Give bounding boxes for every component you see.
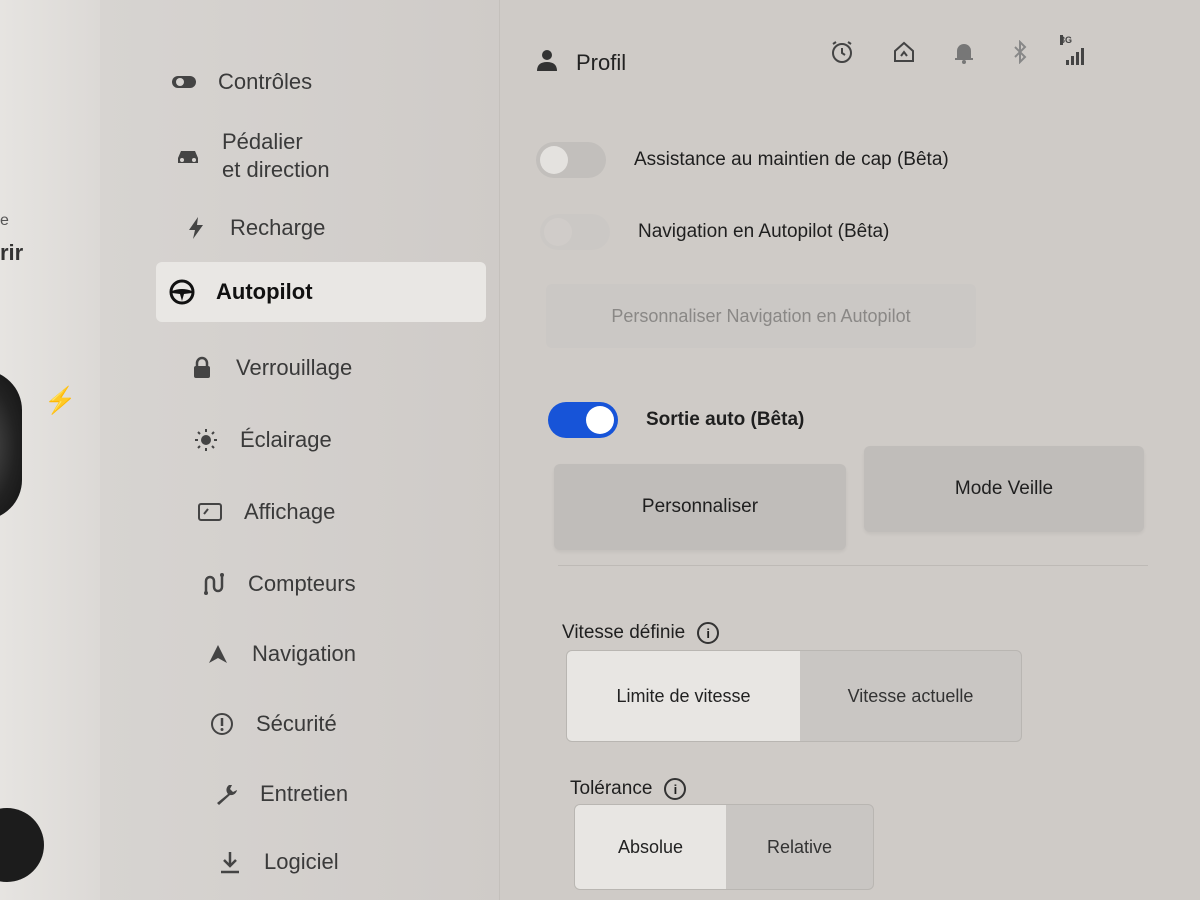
car-icon <box>174 146 202 166</box>
settings-sidebar: Contrôles Pédalier et direction Recharge… <box>100 0 500 900</box>
round-button[interactable] <box>0 808 44 882</box>
sidebar-item-label: Logiciel <box>264 849 339 874</box>
customize-button[interactable]: Personnaliser <box>554 464 846 550</box>
sidebar-item-label: Affichage <box>244 499 336 524</box>
sidebar-item-verrouillage[interactable]: Verrouillage <box>176 340 352 396</box>
summon-row: Sortie auto (Bêta) <box>548 402 804 438</box>
toggle-icon <box>170 74 198 90</box>
download-icon <box>216 850 244 874</box>
car-view-panel: e rir ⚡ <box>0 0 100 900</box>
sidebar-item-label: Compteurs <box>248 571 356 596</box>
info-icon[interactable]: i <box>664 778 687 800</box>
sidebar-item-securite[interactable]: Sécurité <box>196 696 337 752</box>
nav-autopilot-row: Navigation en Autopilot (Bêta) <box>540 214 889 250</box>
sidebar-item-pedalier[interactable]: Pédalier et direction <box>162 126 330 186</box>
relative-option[interactable]: Relative <box>726 805 873 889</box>
nav-autopilot-label: Navigation en Autopilot (Bêta) <box>638 221 890 242</box>
sidebar-item-logiciel[interactable]: Logiciel <box>204 834 339 890</box>
summon-toggle[interactable] <box>548 402 618 438</box>
steering-wheel-icon <box>168 279 196 305</box>
sidebar-item-label: Éclairage <box>240 427 332 452</box>
sidebar-item-recharge[interactable]: Recharge <box>170 200 325 256</box>
tolerance-label: Tolérance <box>570 778 653 799</box>
absolute-option[interactable]: Absolue <box>575 805 726 889</box>
autosteer-toggle[interactable] <box>536 142 606 178</box>
sidebar-item-entretien[interactable]: Entretien <box>200 766 348 822</box>
status-bar: 3G <box>830 35 1084 70</box>
cellular-signal-icon: 3G <box>1060 35 1084 65</box>
cut-off-text-e: e <box>0 212 9 229</box>
set-speed-label: Vitesse définie <box>562 622 686 643</box>
autosteer-label: Assistance au maintien de cap (Bêta) <box>634 149 949 170</box>
sun-icon <box>192 428 220 452</box>
customize-nav-autopilot-button[interactable]: Personnaliser Navigation en Autopilot <box>546 284 976 348</box>
info-icon[interactable]: i <box>697 622 720 644</box>
bolt-icon <box>182 216 210 240</box>
sidebar-item-label: Entretien <box>260 781 349 806</box>
standby-mode-button[interactable]: Mode Veille <box>864 446 1144 532</box>
sidebar-item-affichage[interactable]: Affichage <box>184 484 335 540</box>
sidebar-item-label: Sécurité <box>256 711 337 736</box>
wrench-icon <box>212 782 240 806</box>
sidebar-item-label: Verrouillage <box>236 355 353 380</box>
car-image <box>0 370 22 520</box>
set-speed-selector: Limite de vitesse Vitesse actuelle <box>566 650 1022 742</box>
alert-icon <box>208 712 236 736</box>
speed-limit-option[interactable]: Limite de vitesse <box>567 651 800 741</box>
sidebar-item-label: Autopilot <box>216 279 313 304</box>
profile-label: Profil <box>576 50 627 75</box>
navigation-arrow-icon <box>204 643 232 665</box>
sidebar-item-compteurs[interactable]: Compteurs <box>188 556 356 612</box>
autosteer-row: Assistance au maintien de cap (Bêta) <box>536 142 949 178</box>
display-icon <box>196 502 224 522</box>
sidebar-item-navigation[interactable]: Navigation <box>192 626 356 682</box>
current-speed-option[interactable]: Vitesse actuelle <box>800 651 1021 741</box>
sidebar-item-label-line2: et direction <box>222 157 330 182</box>
network-type-label: 3G <box>1060 35 1073 45</box>
sidebar-item-controles[interactable]: Contrôles <box>158 54 312 110</box>
sidebar-item-label: Contrôles <box>218 69 313 94</box>
tolerance-heading: Tolérance i <box>570 778 687 800</box>
bell-icon[interactable] <box>954 40 974 70</box>
tolerance-selector: Absolue Relative <box>574 804 874 890</box>
bluetooth-icon[interactable] <box>1012 39 1028 70</box>
profile-button[interactable]: Profil <box>536 48 626 78</box>
nav-autopilot-toggle[interactable] <box>540 214 610 250</box>
sidebar-item-label-line1: Pédalier <box>222 129 303 154</box>
autopilot-settings-panel: Profil 3G Assistance au maintien de cap … <box>500 0 1200 900</box>
set-speed-heading: Vitesse définie i <box>562 622 720 644</box>
sidebar-item-label: Navigation <box>252 641 356 666</box>
road-icon <box>200 572 228 596</box>
person-icon <box>536 48 558 78</box>
sidebar-item-eclairage[interactable]: Éclairage <box>180 412 332 468</box>
section-divider <box>558 565 1148 566</box>
sidebar-item-label: Recharge <box>230 215 326 240</box>
sidebar-item-autopilot[interactable]: Autopilot <box>156 262 486 322</box>
alarm-clock-icon[interactable] <box>830 40 854 70</box>
lock-icon <box>188 356 216 380</box>
homelink-icon[interactable] <box>892 40 916 70</box>
charge-bolt-icon: ⚡ <box>44 385 77 415</box>
summon-label: Sortie auto (Bêta) <box>646 409 805 430</box>
cut-off-text-rir: rir <box>0 240 24 265</box>
